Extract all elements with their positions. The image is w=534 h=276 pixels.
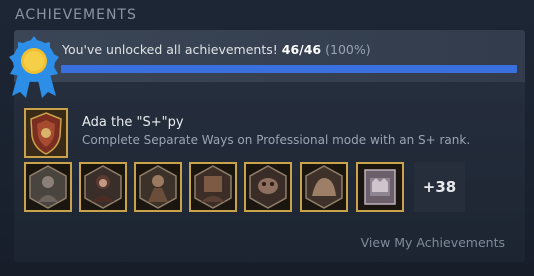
creature-portrait-icon[interactable] bbox=[244, 162, 292, 212]
view-my-achievements-link[interactable]: View My Achievements bbox=[361, 235, 505, 250]
unlock-percent: (100%) bbox=[325, 42, 371, 57]
woman-portrait-icon[interactable] bbox=[79, 162, 127, 212]
progress-bar-fill bbox=[61, 65, 517, 73]
monster-portrait-icon[interactable] bbox=[189, 162, 237, 212]
section-title: ACHIEVEMENTS bbox=[15, 7, 137, 23]
featured-achievement-name: Ada the "S+"py bbox=[82, 115, 184, 130]
shield-medallion-icon[interactable] bbox=[24, 108, 68, 158]
more-achievements-count[interactable]: +38 bbox=[414, 162, 465, 212]
progress-bar bbox=[61, 65, 517, 73]
unlock-count: 46/46 bbox=[281, 42, 322, 57]
unlock-message: You've unlocked all achievements! bbox=[62, 42, 278, 57]
beast-portrait-icon[interactable] bbox=[300, 162, 348, 212]
unlock-summary: You've unlocked all achievements! 46/46 … bbox=[62, 42, 371, 57]
featured-achievement-description: Complete Separate Ways on Professional m… bbox=[82, 133, 471, 147]
soldier-portrait-icon[interactable] bbox=[24, 162, 72, 212]
villager-portrait-icon[interactable] bbox=[134, 162, 182, 212]
achievement-badge-icon bbox=[9, 36, 59, 98]
crown-relic-icon[interactable] bbox=[356, 162, 404, 212]
